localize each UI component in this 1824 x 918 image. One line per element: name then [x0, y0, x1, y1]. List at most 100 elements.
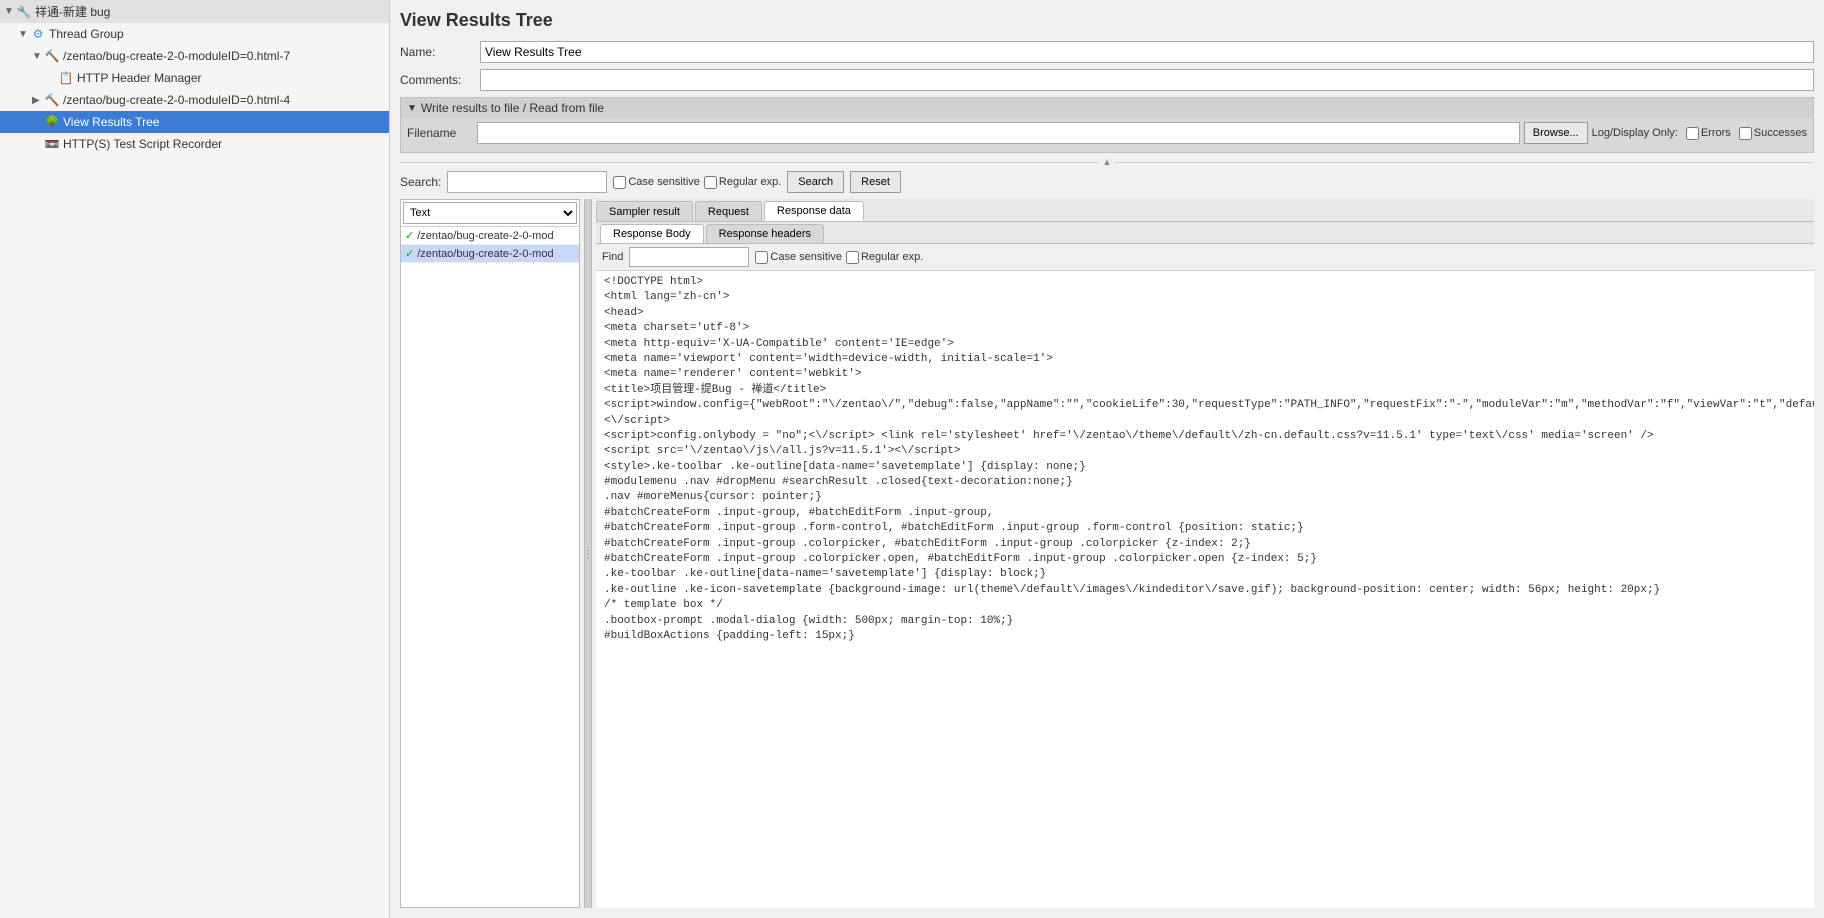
regular-exp-checkbox-label[interactable]: Regular exp. [704, 176, 781, 189]
code-line: .nav #moreMenus{cursor: pointer;} [604, 490, 1814, 505]
results-tree-icon: 🌳 [44, 114, 60, 130]
filename-row: Filename Browse... Log/Display Only: Err… [407, 122, 1807, 144]
code-line: <meta http-equiv='X-UA-Compatible' conte… [604, 337, 1814, 352]
sidebar-label-sampler-2: /zentao/bug-create-2-0-moduleID=0.html-4 [63, 93, 290, 107]
code-line: .ke-outline .ke-icon-savetemplate {backg… [604, 583, 1814, 598]
results-list-panel: Text RegExp Tester CSS/JQuery Tester XPa… [400, 199, 580, 908]
find-regular-exp-checkbox[interactable] [846, 251, 859, 264]
code-line: #batchCreateForm .input-group .colorpick… [604, 552, 1814, 567]
code-line: <script src='\/zentao\/js\/all.js?v=11.5… [604, 444, 1814, 459]
write-results-toggle-icon: ▼ [407, 103, 417, 114]
errors-checkbox-label[interactable]: Errors [1686, 127, 1731, 140]
sidebar-label-test-plan: 祥通-新建 bug [35, 3, 110, 20]
errors-checkbox[interactable] [1686, 127, 1699, 140]
name-label: Name: [400, 45, 480, 59]
sidebar-item-sampler-1[interactable]: ▼ 🔨 /zentao/bug-create-2-0-moduleID=0.ht… [0, 45, 389, 67]
find-case-sensitive-checkbox[interactable] [755, 251, 768, 264]
filename-input[interactable] [477, 122, 1520, 144]
write-results-section: ▼ Write results to file / Read from file… [400, 97, 1814, 153]
regular-exp-label: Regular exp. [719, 176, 781, 188]
find-case-sensitive-text: Case sensitive [770, 251, 842, 263]
tree-toggle-view-results [32, 117, 44, 128]
sampler-1-icon: 🔨 [44, 48, 60, 64]
code-line: /* template box */ [604, 598, 1814, 613]
sidebar-item-sampler-2[interactable]: ▶ 🔨 /zentao/bug-create-2-0-moduleID=0.ht… [0, 89, 389, 111]
thread-icon: ⚙ [30, 26, 46, 42]
comments-label: Comments: [400, 73, 480, 87]
tab-response-data[interactable]: Response data [764, 201, 864, 221]
tab-sampler-result[interactable]: Sampler result [596, 201, 693, 221]
test-plan-icon: 🔧 [16, 4, 32, 20]
format-select[interactable]: Text RegExp Tester CSS/JQuery Tester XPa… [403, 202, 577, 224]
tree-toggle-sampler-1[interactable]: ▼ [32, 51, 44, 62]
sidebar-item-http-header[interactable]: 📋 HTTP Header Manager [0, 67, 389, 89]
write-results-header[interactable]: ▼ Write results to file / Read from file [401, 98, 1813, 118]
sidebar-label-view-results-tree: View Results Tree [63, 115, 160, 129]
comments-input[interactable] [480, 69, 1814, 91]
successes-checkbox-label[interactable]: Successes [1739, 127, 1807, 140]
name-row: Name: [400, 41, 1814, 63]
tab-request[interactable]: Request [695, 201, 762, 221]
log-display-only-label: Log/Display Only: [1592, 127, 1678, 139]
code-line: <!DOCTYPE html> [604, 275, 1814, 290]
code-line: <meta charset='utf-8'> [604, 321, 1814, 336]
code-view[interactable]: <!DOCTYPE html><html lang='zh-cn'><head>… [596, 271, 1814, 908]
code-line: <meta name='renderer' content='webkit'> [604, 367, 1814, 382]
horizontal-splitter[interactable] [584, 199, 592, 908]
code-line: <title>项目管理-提Bug - 禅道</title> [604, 383, 1814, 398]
tree-toggle-sampler-2[interactable]: ▶ [32, 95, 44, 106]
result-item-1[interactable]: ✓ /zentao/bug-create-2-0-mod [401, 227, 579, 245]
case-sensitive-checkbox-label[interactable]: Case sensitive [613, 176, 700, 189]
code-line: .ke-toolbar .ke-outline[data-name='savet… [604, 567, 1814, 582]
sidebar-item-test-plan[interactable]: ▼ 🔧 祥通-新建 bug [0, 0, 389, 23]
find-input[interactable] [629, 247, 749, 267]
format-bar: Text RegExp Tester CSS/JQuery Tester XPa… [401, 200, 579, 227]
regular-exp-checkbox[interactable] [704, 176, 717, 189]
result-item-2[interactable]: ✓ /zentao/bug-create-2-0-mod [401, 245, 579, 263]
search-button[interactable]: Search [787, 171, 844, 193]
sub-tab-bar: Response Body Response headers [596, 222, 1814, 244]
main-content: View Results Tree Name: Comments: ▼ Writ… [390, 0, 1824, 918]
code-line: <\/script> [604, 414, 1814, 429]
reset-button[interactable]: Reset [850, 171, 901, 193]
recorder-icon: 📼 [44, 136, 60, 152]
tree-toggle-test-plan[interactable]: ▼ [4, 6, 16, 17]
filename-label: Filename [407, 126, 477, 140]
find-case-sensitive-label[interactable]: Case sensitive [755, 251, 842, 264]
case-sensitive-label: Case sensitive [628, 176, 700, 188]
code-line: #modulemenu .nav #dropMenu #searchResult… [604, 475, 1814, 490]
browse-button[interactable]: Browse... [1524, 122, 1588, 144]
code-line: <script>config.onlybody = "no";<\/script… [604, 429, 1814, 444]
search-row: Search: Case sensitive Regular exp. Sear… [400, 171, 1814, 193]
main-tab-bar: Sampler result Request Response data [596, 199, 1814, 222]
find-bar: Find Case sensitive Regular exp. [596, 244, 1814, 271]
collapse-bar: ▲ [400, 157, 1814, 167]
successes-checkbox[interactable] [1739, 127, 1752, 140]
case-sensitive-checkbox[interactable] [613, 176, 626, 189]
header-icon: 📋 [58, 70, 74, 86]
write-results-title: Write results to file / Read from file [421, 101, 604, 115]
find-regular-exp-label[interactable]: Regular exp. [846, 251, 923, 264]
code-line: .bootbox-prompt .modal-dialog {width: 50… [604, 614, 1814, 629]
results-list: ✓ /zentao/bug-create-2-0-mod ✓ /zentao/b… [401, 227, 579, 907]
find-label: Find [602, 251, 623, 263]
sidebar-item-recorder[interactable]: 📼 HTTP(S) Test Script Recorder [0, 133, 389, 155]
search-label: Search: [400, 175, 441, 189]
write-results-body: Filename Browse... Log/Display Only: Err… [401, 118, 1813, 152]
tree-toggle-thread-group[interactable]: ▼ [18, 29, 30, 40]
find-options: Case sensitive Regular exp. [755, 251, 923, 264]
search-input[interactable] [447, 171, 607, 193]
code-line: #batchCreateForm .input-group, #batchEdi… [604, 506, 1814, 521]
sub-tab-response-headers[interactable]: Response headers [706, 224, 824, 243]
tree-toggle-http-header [46, 73, 58, 84]
result-success-icon-1: ✓ [405, 229, 414, 242]
scroll-up-icon[interactable]: ▲ [1103, 157, 1112, 167]
sampler-2-icon: 🔨 [44, 92, 60, 108]
code-line: #buildBoxActions {padding-left: 15px;} [604, 629, 1814, 644]
sidebar-item-view-results-tree[interactable]: 🌳 View Results Tree [0, 111, 389, 133]
sidebar-item-thread-group[interactable]: ▼ ⚙ Thread Group [0, 23, 389, 45]
sidebar-label-http-header: HTTP Header Manager [77, 71, 202, 85]
find-regular-exp-text: Regular exp. [861, 251, 923, 263]
name-input[interactable] [480, 41, 1814, 63]
sub-tab-response-body[interactable]: Response Body [600, 224, 704, 243]
